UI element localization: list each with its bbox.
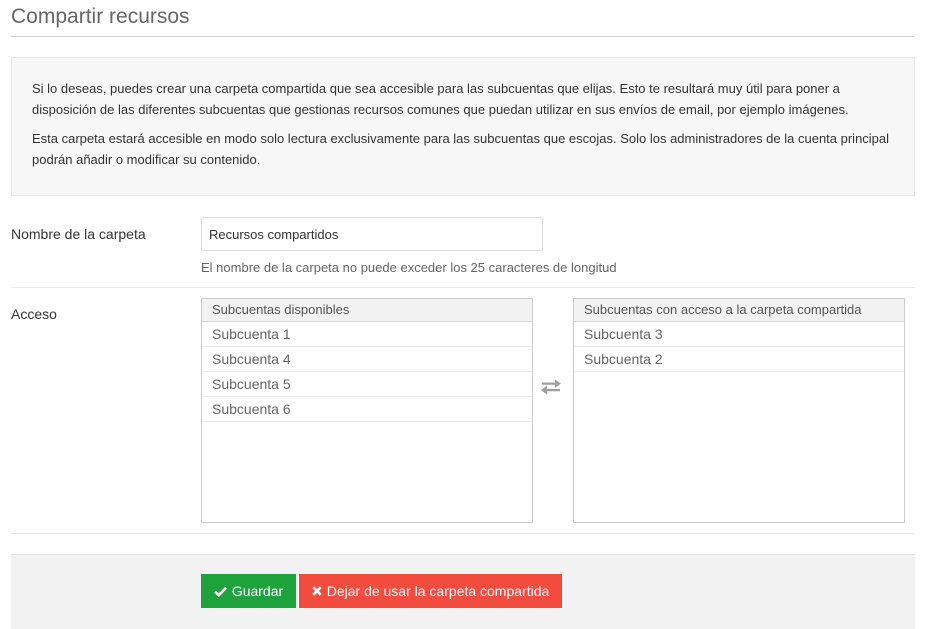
exchange-arrows-icon bbox=[540, 379, 562, 397]
page-title: Compartir recursos bbox=[11, 5, 190, 28]
info-paragraph: Esta carpeta estará accesible en modo so… bbox=[32, 131, 890, 167]
list-item[interactable]: Subcuenta 3 bbox=[574, 322, 904, 347]
info-paragraph: Si lo deseas, puedes crear una carpeta c… bbox=[32, 81, 849, 117]
folder-name-help: El nombre de la carpeta no puede exceder… bbox=[201, 260, 617, 275]
folder-name-input[interactable] bbox=[201, 217, 543, 251]
check-icon bbox=[213, 586, 227, 597]
folder-name-label: Nombre de la carpeta bbox=[11, 226, 146, 242]
list-item[interactable]: Subcuenta 6 bbox=[202, 397, 532, 422]
stop-sharing-button-label: Dejar de usar la carpeta compartida bbox=[326, 583, 550, 599]
list-item[interactable]: Subcuenta 1 bbox=[202, 322, 532, 347]
selected-list-header: Subcuentas con acceso a la carpeta compa… bbox=[574, 299, 904, 322]
save-button-label: Guardar bbox=[231, 583, 284, 599]
list-item[interactable]: Subcuenta 2 bbox=[574, 347, 904, 372]
available-subaccounts-list[interactable]: Subcuentas disponibles Subcuenta 1 Subcu… bbox=[201, 298, 533, 523]
selected-subaccounts-list[interactable]: Subcuentas con acceso a la carpeta compa… bbox=[573, 298, 905, 523]
row-divider bbox=[11, 533, 915, 534]
available-list-header: Subcuentas disponibles bbox=[202, 299, 532, 322]
save-button[interactable]: Guardar bbox=[201, 574, 296, 608]
list-item[interactable]: Subcuenta 5 bbox=[202, 372, 532, 397]
close-icon bbox=[311, 586, 322, 596]
title-divider bbox=[11, 36, 914, 37]
list-item[interactable]: Subcuenta 4 bbox=[202, 347, 532, 372]
info-panel: Si lo deseas, puedes crear una carpeta c… bbox=[11, 57, 915, 196]
row-divider bbox=[11, 287, 915, 288]
stop-sharing-button[interactable]: Dejar de usar la carpeta compartida bbox=[299, 574, 562, 608]
access-label: Acceso bbox=[11, 306, 57, 322]
